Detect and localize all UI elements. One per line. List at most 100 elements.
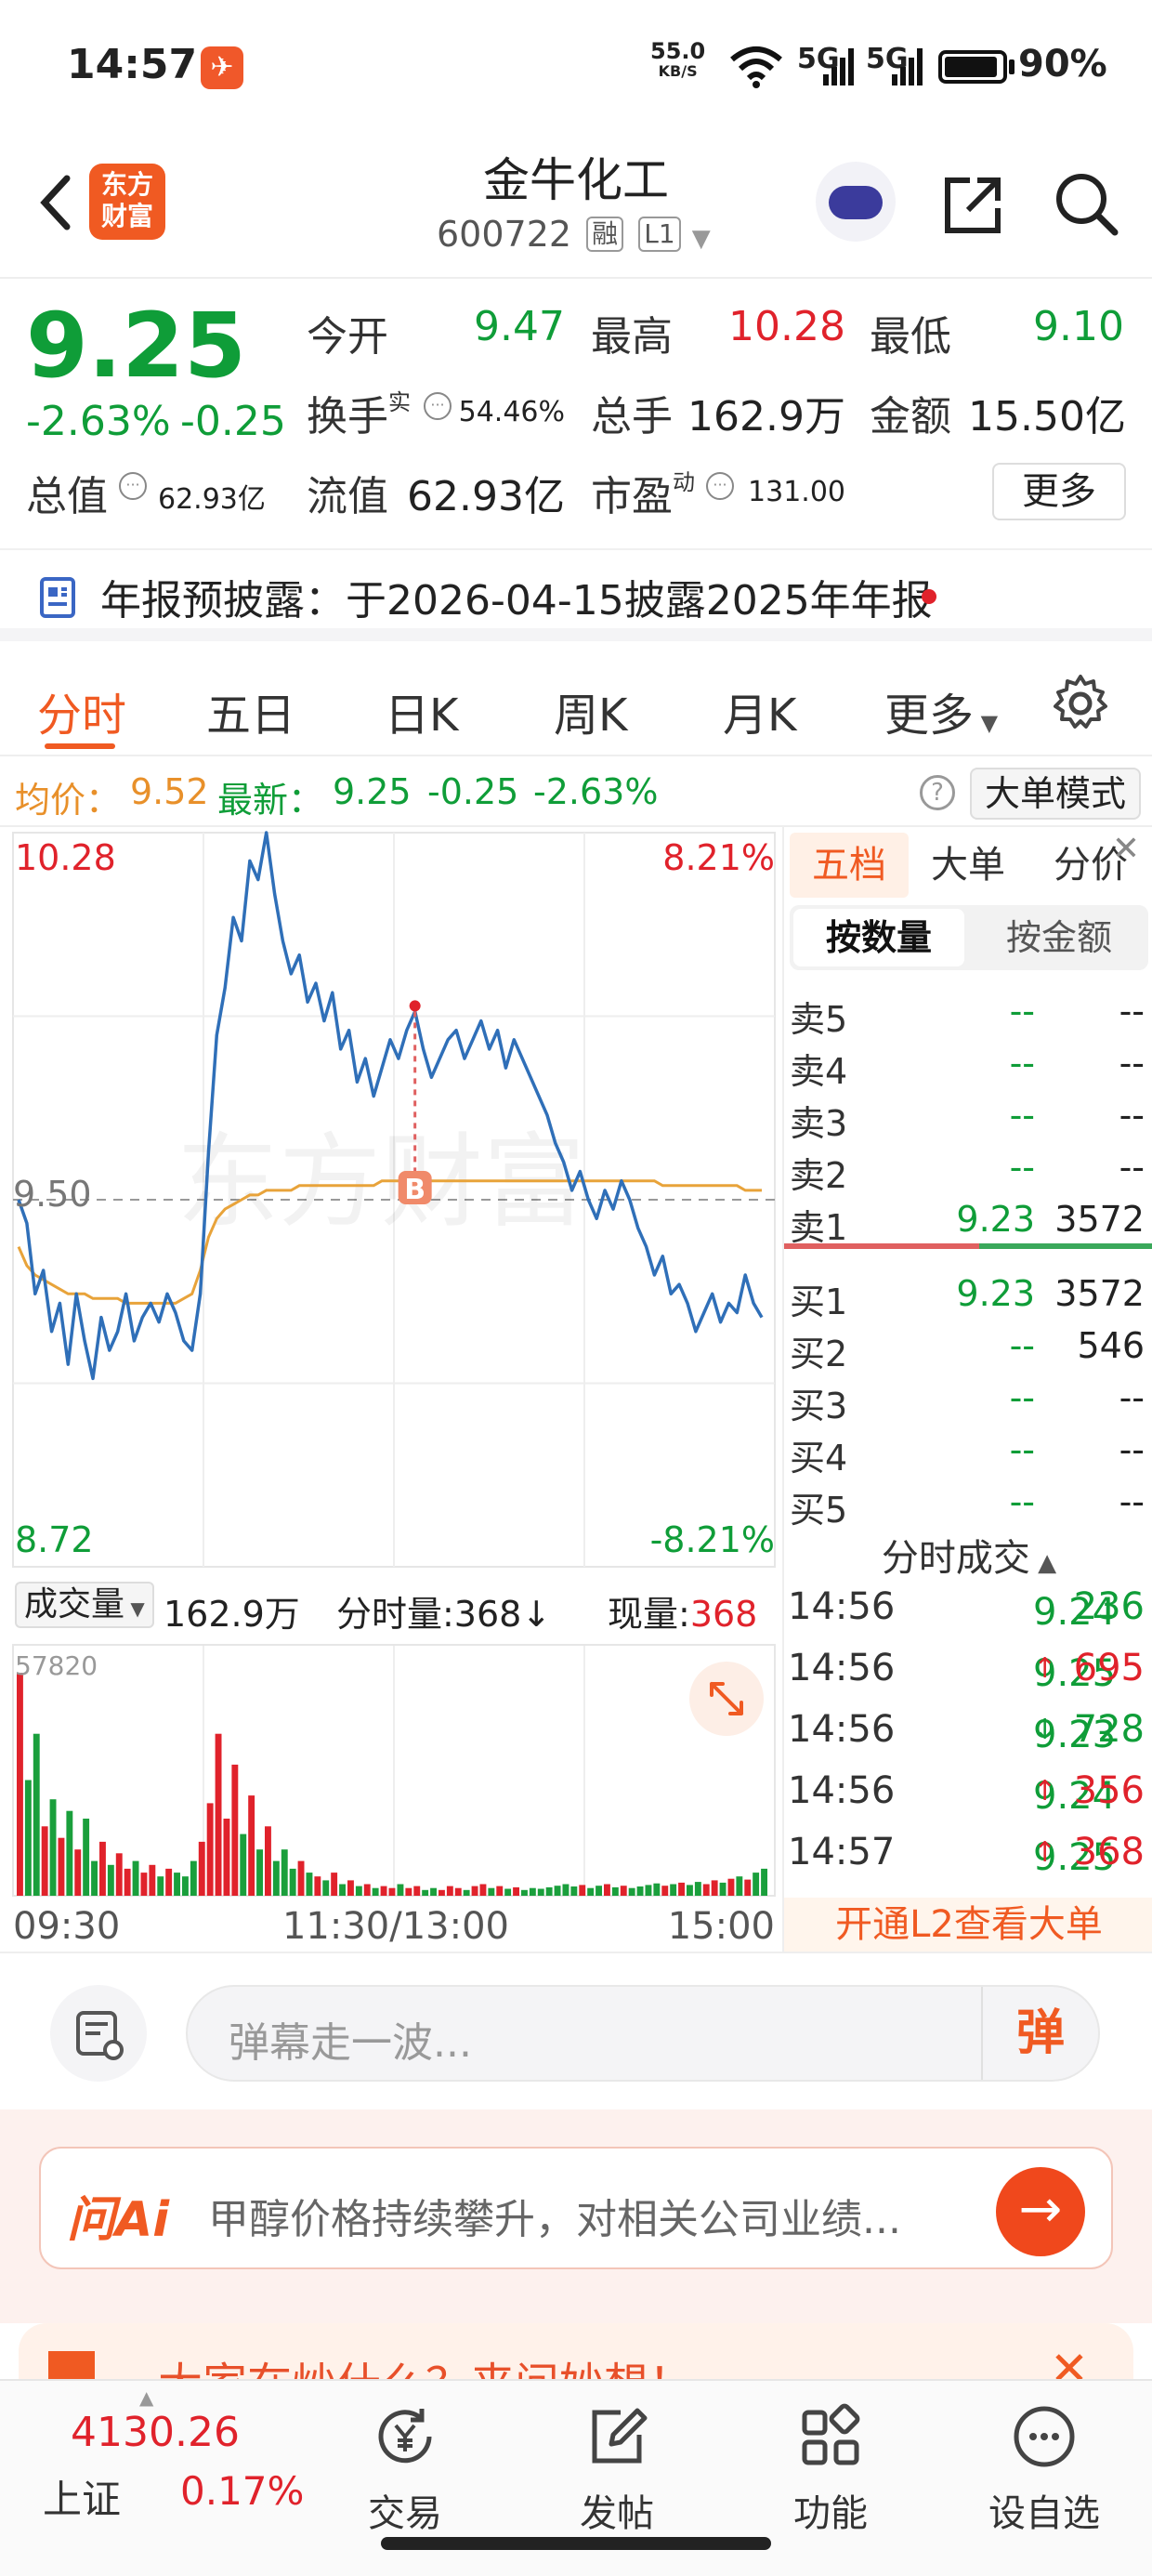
nav-post[interactable]: 发帖: [543, 2399, 691, 2548]
time-start-label: 09:30: [13, 1905, 120, 1948]
volume-bar: [554, 1886, 561, 1896]
tab-big-orders[interactable]: 大单: [909, 833, 1028, 898]
volume-bar: [272, 1860, 280, 1896]
nav-functions[interactable]: 功能: [756, 2399, 905, 2548]
bid-row: 买1 9.23 3572: [784, 1268, 1152, 1322]
volume-bar: [124, 1868, 131, 1896]
tab-weekly-k[interactable]: 周K: [554, 678, 627, 743]
stock-name: 金牛化工: [483, 153, 669, 207]
pe-label: 市盈动: [591, 469, 695, 520]
index-value[interactable]: 4130.26: [71, 2409, 240, 2456]
expand-icon[interactable]: [689, 1662, 764, 1736]
danmaku-toggle-button[interactable]: 弹: [981, 1987, 1098, 2080]
intraday-chart-svg: 东方财富 B 10.28 8.21% 9.50 8.72 -8.21% 5782…: [12, 831, 776, 1948]
level-tag: L1: [638, 217, 681, 252]
volume-bar: [628, 1887, 635, 1896]
bid-volume: --: [1119, 1377, 1145, 1418]
more-dots-icon: [1014, 2406, 1075, 2467]
more-button[interactable]: 更多: [992, 463, 1126, 520]
margin-tag: 融: [586, 217, 624, 252]
volume-bar: [430, 1887, 437, 1896]
mktcap-value: 62.93亿: [158, 483, 266, 516]
intraday-chart[interactable]: 东方财富 B 10.28 8.21% 9.50 8.72 -8.21% 5782…: [0, 827, 780, 1952]
ask-level-label: 卖3: [790, 1103, 848, 1144]
change-percent: -2.63%: [26, 398, 171, 445]
tab-five-levels[interactable]: 五档: [790, 833, 909, 898]
volume-bar: [231, 1764, 239, 1896]
trade-time: 14:56: [788, 1647, 896, 1689]
gear-icon[interactable]: [1050, 673, 1111, 734]
volume-bar: [265, 1826, 271, 1896]
ask-volume: --: [1119, 1095, 1145, 1136]
trade-volume: 356: [1073, 1769, 1145, 1812]
ai-robot-avatar[interactable]: [816, 162, 896, 242]
big-order-mode-button[interactable]: 大单模式: [970, 768, 1141, 820]
pe-info-icon[interactable]: ···: [706, 472, 734, 500]
bid-price: --: [1009, 1377, 1035, 1418]
volume-bar: [281, 1849, 288, 1896]
open-l2-button[interactable]: 开通L2查看大单: [784, 1898, 1152, 1952]
battery-icon: [938, 50, 1007, 84]
latest-label: 最新：: [217, 780, 324, 821]
tab-daily-k[interactable]: 日K: [385, 678, 458, 743]
volume-bar: [372, 1887, 379, 1896]
ask-price: --: [1009, 1095, 1035, 1136]
bid-level-label: 买1: [790, 1281, 848, 1322]
ask-price: --: [1009, 1043, 1035, 1084]
volume-bar: [132, 1860, 139, 1896]
index-name[interactable]: 上证: [43, 2468, 121, 2525]
trade-volume: 236: [1073, 1585, 1145, 1628]
mktcap-info-icon[interactable]: ···: [119, 472, 147, 500]
index-percent[interactable]: 0.17%: [180, 2468, 304, 2514]
nav-trade[interactable]: 交易: [331, 2399, 479, 2548]
volume-bar: [83, 1819, 90, 1896]
caret-up-icon: ▲: [1029, 1549, 1057, 1577]
close-icon[interactable]: ✕: [1106, 831, 1146, 872]
amount-label: 金额: [870, 393, 951, 440]
open-value: 9.47: [474, 303, 565, 350]
bid-row: 买4 -- --: [784, 1424, 1152, 1479]
share-icon[interactable]: [936, 167, 1011, 242]
volume-bar: [513, 1886, 519, 1896]
tab-monthly-k[interactable]: 月K: [723, 678, 796, 743]
help-icon[interactable]: ?: [920, 775, 955, 810]
min-price-label: 8.72: [15, 1519, 94, 1560]
bid-price: --: [1009, 1429, 1035, 1470]
volume-bar: [529, 1887, 536, 1896]
trade-row: 14:57 9.25 ↑ 368: [788, 1831, 1145, 1879]
notification-app-icon: ✈: [201, 46, 243, 89]
volume-bar: [74, 1849, 82, 1896]
announcement-bar[interactable]: 年报预披露：于2026-04-15披露2025年年报: [0, 548, 1152, 641]
eastmoney-logo[interactable]: 东方财富: [89, 164, 165, 240]
stock-code-row[interactable]: 600722 融 L1 ▼: [437, 214, 711, 255]
tab-five-day[interactable]: 五日: [206, 678, 295, 743]
volume-bar: [413, 1886, 421, 1896]
turnover-info-icon[interactable]: ···: [424, 392, 452, 420]
max-price-label: 10.28: [15, 837, 116, 878]
volume-bar: [761, 1868, 767, 1896]
arrow-right-icon[interactable]: →: [996, 2167, 1085, 2256]
tab-intraday[interactable]: 分时: [37, 678, 126, 743]
tab-more[interactable]: 更多 ▼: [884, 678, 998, 743]
caret-up-icon: ▲: [139, 2386, 154, 2409]
comment-settings-icon[interactable]: [50, 1985, 147, 2082]
ask-row: 卖5 -- --: [784, 985, 1152, 1040]
volume-bar: [206, 1803, 214, 1896]
danmaku-input[interactable]: 弹幕走一波... 弹: [186, 1985, 1100, 2082]
volume-bar: [107, 1864, 114, 1896]
document-icon: [40, 577, 75, 618]
volume-bar: [521, 1889, 528, 1896]
trades-header[interactable]: 分时成交 ▲: [784, 1528, 1152, 1582]
bid-level-label: 买5: [790, 1490, 848, 1531]
back-arrow-icon[interactable]: [28, 165, 84, 240]
volume-bar: [24, 1780, 32, 1896]
search-icon[interactable]: [1050, 167, 1124, 242]
volume-bar: [488, 1887, 495, 1896]
by-amount-button[interactable]: 按金额: [974, 909, 1145, 966]
trade-time: 14:57: [788, 1831, 896, 1873]
nav-add-watchlist[interactable]: 设自选: [970, 2399, 1119, 2548]
volume-indicator-dropdown[interactable]: 成交量 ▼: [15, 1582, 154, 1628]
ai-question-box[interactable]: 问Ai 甲醇价格持续攀升，对相关公司业绩... →: [39, 2147, 1113, 2269]
volume-bar: [753, 1873, 760, 1896]
by-quantity-button[interactable]: 按数量: [793, 909, 964, 966]
